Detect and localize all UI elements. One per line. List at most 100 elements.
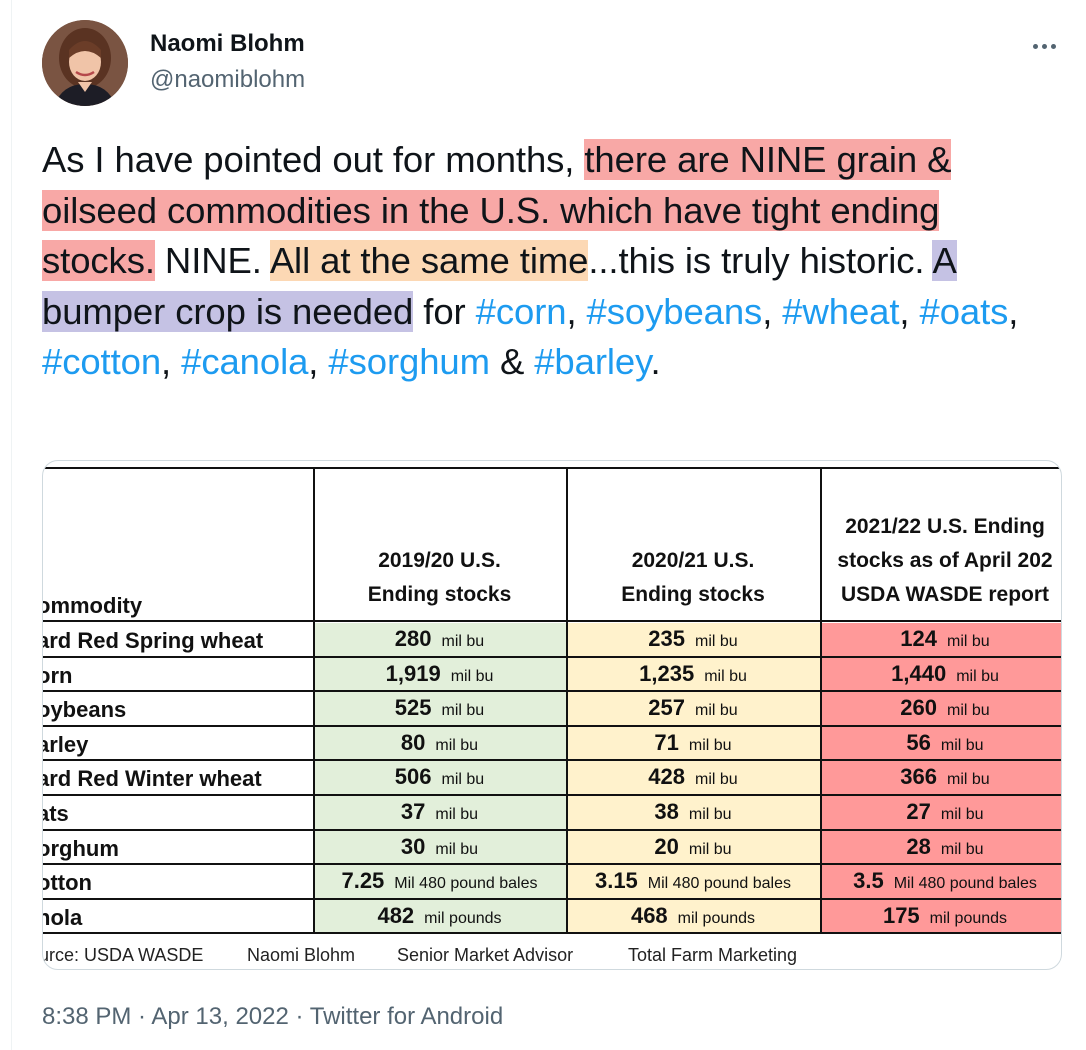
stock-value: 7.25 Mil 480 pound bales (313, 868, 566, 894)
stock-value: 20 mil bu (566, 834, 820, 860)
table-border (43, 620, 1061, 622)
stock-unit: mil bu (441, 702, 485, 720)
source-credit: Senior Market Advisor (397, 945, 574, 965)
stock-unit: mil bu (688, 840, 732, 858)
stock-value: 1,919 mil bu (313, 661, 566, 687)
row-commodity-name: orn (43, 662, 73, 688)
stock-unit: mil bu (435, 736, 479, 754)
stock-number: 28 (906, 833, 931, 859)
hashtag-link[interactable]: #soybeans (587, 291, 763, 332)
hashtag-link[interactable]: #barley (534, 341, 650, 382)
stock-number: 7.25 (341, 868, 385, 894)
stock-number: 235 (648, 626, 686, 651)
stock-value: 482 mil pounds (313, 903, 566, 929)
stock-unit: mil bu (688, 806, 732, 823)
tweet-image[interactable]: 2019/20 U.S. Ending stocks 2020/21 U.S. End… (42, 460, 1062, 970)
stock-unit: Mil 480 pound bales (647, 875, 792, 893)
stock-unit: mil bu (695, 702, 738, 720)
row-commodity-name: ard Red Winter wheat (42, 766, 262, 792)
tweet-date[interactable]: Apr 13, 2022 (151, 1003, 288, 1030)
author-handle[interactable]: @naomiblohm (150, 66, 305, 94)
hashtag-link[interactable]: #canola (181, 341, 308, 382)
stock-value: 175 mil pounds (820, 902, 1061, 929)
stock-number: 124 (900, 626, 938, 651)
stock-value: 1,440 mil bu (820, 660, 1061, 687)
hashtag-link[interactable]: #cotton (42, 341, 161, 382)
stock-unit: mil bu (956, 667, 999, 685)
row-commodity-name: orghum (42, 835, 119, 861)
more-options-icon[interactable] (1028, 30, 1060, 62)
row-commodity-name: ard Red Spring wheat (42, 628, 264, 653)
stock-number: 71 (654, 729, 679, 755)
stock-number: 1,440 (891, 660, 947, 686)
stock-value: 3.5 Mil 480 pound bales (820, 868, 1061, 894)
stock-unit: mil bu (435, 806, 479, 823)
tweet-text-segment: , (1008, 290, 1019, 332)
stock-number: 56 (906, 729, 931, 755)
tweet-text-segment: . (650, 341, 661, 382)
column-header: 2020/21 U.S. (631, 549, 755, 572)
column-header: stocks as of April 202 (837, 549, 1053, 572)
stock-number: 27 (906, 799, 931, 824)
column-header: Ending stocks (621, 583, 765, 606)
table-border (43, 467, 1061, 469)
stock-number: 366 (900, 764, 938, 790)
column-header: Ending stocks (367, 583, 512, 606)
tweet-text-segment: , (762, 290, 783, 332)
tweet-text-segment: As I have pointed out for months, (42, 139, 585, 180)
stock-unit: Mil 480 pound bales (893, 875, 1037, 893)
column-header: 2021/22 U.S. Ending (845, 515, 1045, 538)
row-divider (43, 655, 1061, 658)
stock-value: 38 mil bu (566, 799, 820, 825)
stock-number: 3.15 (594, 868, 638, 894)
column-header: 2019/20 U.S. (378, 549, 501, 572)
stock-value: 366 mil bu (820, 764, 1061, 790)
stock-value: 280 mil bu (313, 626, 566, 652)
timeline-border (11, 0, 12, 1050)
row-commodity-name: arley (42, 731, 89, 757)
stock-unit: mil bu (940, 840, 984, 858)
stock-value: 525 mil bu (313, 695, 566, 721)
stock-value: 257 mil bu (566, 695, 820, 721)
stock-unit: mil bu (704, 667, 747, 685)
stock-unit: mil bu (435, 840, 479, 858)
source-credit: Total Farm Marketing (628, 945, 798, 965)
tweet-text-segment: & (489, 341, 535, 382)
tweet-time[interactable]: 8:38 PM (42, 1003, 131, 1030)
stock-value: 80 mil bu (313, 730, 566, 756)
author-avatar[interactable] (42, 20, 128, 106)
tweet-text-segment: , (566, 290, 587, 332)
stock-unit: mil bu (940, 736, 984, 754)
stock-unit: mil bu (940, 806, 984, 823)
stock-number: 175 (882, 902, 920, 928)
row-divider (43, 932, 1061, 935)
hashtag-link[interactable]: #wheat (782, 291, 899, 332)
hashtag-link[interactable]: #oats (920, 291, 1009, 332)
row-divider (43, 794, 1061, 796)
stock-number: 80 (400, 729, 426, 755)
stock-number: 37 (400, 799, 426, 824)
stock-unit: mil pounds (424, 909, 502, 927)
stock-number: 257 (648, 695, 686, 721)
tweet-text-segment: ...this is truly historic. (588, 240, 933, 281)
stock-value: 468 mil pounds (566, 903, 820, 929)
stock-number: 1,235 (639, 660, 695, 686)
stock-unit: mil bu (695, 633, 738, 650)
stock-value: 3.15 Mil 480 pound bales (566, 868, 820, 894)
tweet-text-segment: , (161, 341, 182, 382)
author-display-name[interactable]: Naomi Blohm (150, 30, 305, 58)
hashtag-link[interactable]: #sorghum (328, 341, 490, 382)
stock-number: 260 (900, 695, 938, 721)
stock-value: 235 mil bu (566, 626, 820, 652)
highlighted-text: All at the same time (269, 240, 589, 281)
profile-photo-icon (42, 20, 128, 106)
tweet-client[interactable]: Twitter for Android (310, 1003, 503, 1030)
source-credit: urce: USDA WASDE (42, 945, 204, 965)
hashtag-link[interactable]: #corn (476, 291, 567, 332)
row-divider (43, 863, 1061, 866)
source-credit: Naomi Blohm (247, 945, 356, 965)
row-commodity-name: otton (42, 870, 92, 896)
stock-value: 56 mil bu (820, 729, 1061, 756)
stock-value: 28 mil bu (820, 833, 1061, 860)
row-divider (43, 828, 1061, 831)
